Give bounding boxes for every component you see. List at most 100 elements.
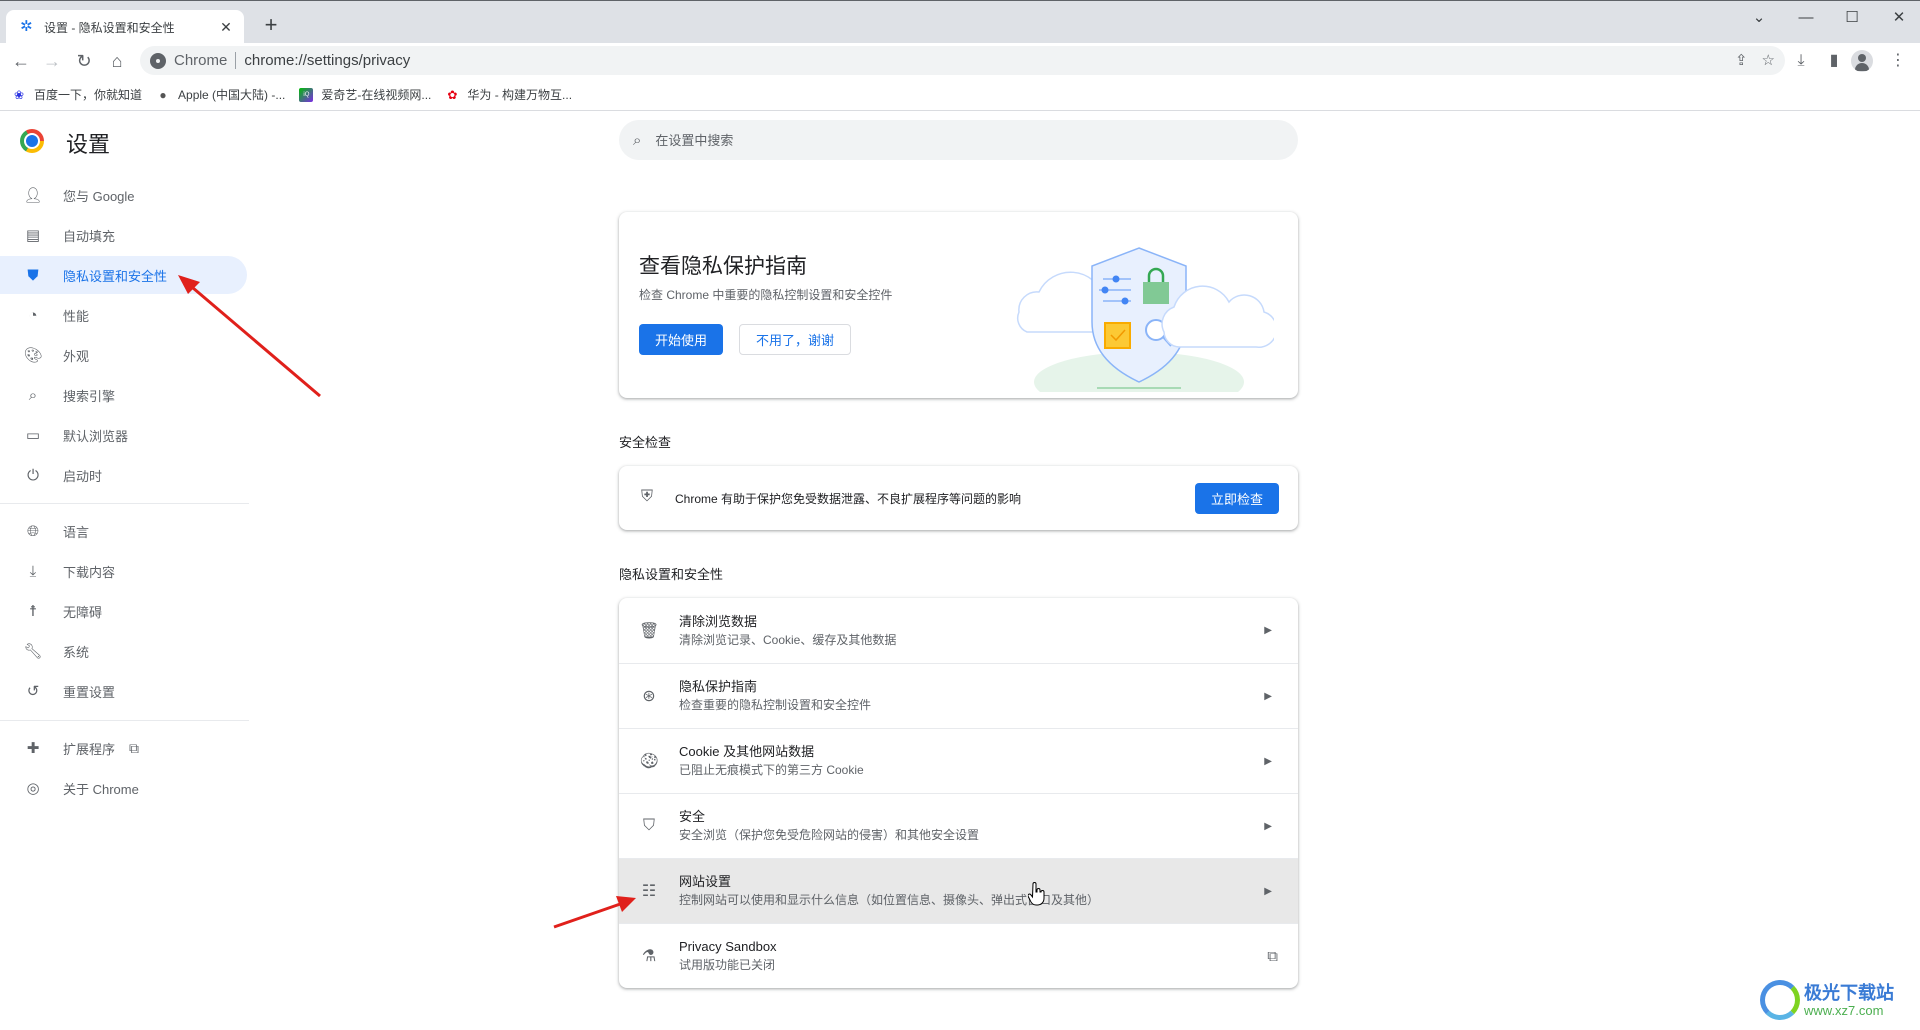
- bookmark-iqiyi[interactable]: iQ 爱奇艺-在线视频网...: [299, 86, 431, 103]
- active-tab[interactable]: ✲ 设置 - 隐私设置和安全性 ✕: [6, 10, 244, 44]
- sidebar-item-on-startup[interactable]: ⏻ 启动时: [0, 456, 247, 494]
- bookmark-apple[interactable]: ● Apple (中国大陆) -...: [156, 86, 285, 103]
- dismiss-privacy-guide-button[interactable]: 不用了，谢谢: [739, 324, 851, 355]
- profile-avatar[interactable]: [1851, 50, 1873, 72]
- wrench-icon: 🔧︎: [23, 643, 43, 660]
- row-title: 网站设置: [679, 874, 732, 889]
- arrow-right-icon: ▶: [1264, 690, 1272, 702]
- home-icon: ⌂: [111, 51, 123, 71]
- omnibox-url[interactable]: chrome://settings/privacy: [244, 52, 410, 69]
- sidebar-divider: [0, 720, 249, 721]
- sidebar-item-reset[interactable]: ↺ 重置设置: [0, 672, 247, 710]
- settings-search[interactable]: ⌕: [619, 120, 1298, 160]
- sidebar-item-autofill[interactable]: ▤ 自动填充: [0, 216, 247, 254]
- bookmark-huawei[interactable]: ✿ 华为 - 构建万物互...: [445, 86, 572, 103]
- downloads-button[interactable]: ⤓: [1789, 49, 1813, 73]
- sidebar-item-default-browser[interactable]: ▭ 默认浏览器: [0, 416, 247, 454]
- sidebar-item-you-and-google[interactable]: 👤︎ 您与 Google: [0, 176, 247, 214]
- reload-button[interactable]: ↻: [70, 47, 98, 75]
- reload-icon: ↻: [76, 51, 92, 71]
- arrow-right-icon: →: [43, 51, 61, 71]
- watermark-logo-icon: [1760, 980, 1800, 1020]
- sidebar-item-label: 自动填充: [63, 228, 116, 244]
- sidebar-item-performance[interactable]: ◔ 性能: [0, 296, 247, 334]
- new-tab-button[interactable]: +: [258, 13, 284, 39]
- row-cookies[interactable]: 🍪︎ Cookie 及其他网站数据 已阻止无痕模式下的第三方 Cookie ▶: [619, 728, 1298, 793]
- safety-check-card: ⛨ Chrome 有助于保护您免受数据泄露、不良扩展程序等问题的影响 立即检查: [619, 466, 1298, 530]
- back-button[interactable]: ←: [7, 47, 35, 75]
- maximize-icon: ☐: [1845, 9, 1859, 26]
- row-clear-browsing-data[interactable]: 🗑︎ 清除浏览数据 清除浏览记录、Cookie、缓存及其他数据 ▶: [619, 598, 1298, 663]
- window-close-button[interactable]: ✕: [1879, 5, 1919, 31]
- row-title: 安全: [679, 809, 706, 824]
- sidebar-item-downloads[interactable]: ⤓ 下载内容: [0, 552, 247, 590]
- arrow-right-icon: ▶: [1264, 625, 1272, 636]
- privacy-settings-list: 🗑︎ 清除浏览数据 清除浏览记录、Cookie、缓存及其他数据 ▶ ⊛ 隐私保护…: [619, 598, 1298, 988]
- iqiyi-icon: iQ: [299, 87, 314, 102]
- sidebar-item-label: 性能: [63, 308, 90, 324]
- sidebar-item-search-engine[interactable]: ⌕ 搜索引擎: [0, 376, 247, 414]
- sidebar-item-label: 搜索引擎: [63, 388, 116, 404]
- sidebar-item-accessibility[interactable]: ☨ 无障碍: [0, 592, 247, 630]
- privacy-guide-title: 查看隐私保护指南: [639, 255, 807, 278]
- bookmarks-bar: ❀ 百度一下，你就知道 ● Apple (中国大陆) -... iQ 爱奇艺-在…: [0, 79, 1920, 111]
- sidebar-item-system[interactable]: 🔧︎ 系统: [0, 632, 247, 670]
- sidebar-item-extensions[interactable]: ✚ 扩展程序 ⧉: [0, 729, 247, 767]
- watermark-url: www.xz7.com: [1804, 1002, 1884, 1018]
- slider-knob: [1112, 275, 1120, 283]
- home-button[interactable]: ⌂: [103, 47, 131, 75]
- share-icon[interactable]: ⇪: [1735, 51, 1748, 69]
- cookie-icon: 🍪︎: [639, 753, 660, 770]
- sidebar-item-languages[interactable]: 🌐︎ 语言: [0, 512, 247, 550]
- tab-search-button[interactable]: ⌄: [1739, 5, 1779, 31]
- sidebar-item-label: 默认浏览器: [63, 428, 129, 444]
- person-icon: 👤︎: [23, 187, 43, 204]
- chrome-icon: ◎: [26, 780, 40, 797]
- forward-button[interactable]: →: [38, 47, 66, 75]
- globe-icon: 🌐︎: [26, 522, 39, 540]
- sidebar-item-appearance[interactable]: 🎨︎ 外观: [0, 336, 247, 374]
- row-site-settings[interactable]: ☷ 网站设置 控制网站可以使用和显示什么信息（如位置信息、摄像头、弹出式窗口及其…: [619, 858, 1298, 923]
- gear-icon: ✲: [20, 18, 33, 35]
- sidebar-item-privacy[interactable]: ⛊ 隐私设置和安全性: [0, 256, 247, 294]
- sidebar-item-label: 下载内容: [63, 564, 116, 580]
- bookmark-baidu[interactable]: ❀ 百度一下，你就知道: [12, 86, 142, 103]
- search-icon: ⌕: [28, 386, 38, 404]
- sidebar-item-label: 语言: [63, 524, 90, 540]
- clipboard-icon: ▤: [25, 227, 41, 244]
- verified-shield-icon: ⛨: [641, 488, 654, 505]
- maximize-button[interactable]: ☐: [1832, 5, 1872, 31]
- omnibox-site-label: Chrome: [174, 52, 228, 69]
- row-security[interactable]: ⛉ 安全 安全浏览（保护您免受危险网站的侵害）和其他安全设置 ▶: [619, 793, 1298, 858]
- apple-icon: ●: [159, 87, 167, 102]
- star-icon[interactable]: ☆: [1762, 51, 1775, 69]
- row-subtitle: 试用版功能已关闭: [679, 958, 776, 972]
- search-input[interactable]: [655, 132, 1256, 148]
- check-now-button[interactable]: 立即检查: [1195, 483, 1279, 514]
- safety-check-text: Chrome 有助于保护您免受数据泄露、不良扩展程序等问题的影响: [675, 492, 1022, 506]
- bookmark-label: 百度一下，你就知道: [34, 88, 143, 102]
- watermark: 极光下载站 www.xz7.com: [1760, 975, 1920, 1025]
- sidebar-item-label: 无障碍: [63, 604, 103, 620]
- start-privacy-guide-button[interactable]: 开始使用: [639, 324, 723, 355]
- privacy-guide-card: 查看隐私保护指南 检查 Chrome 中重要的隐私控制设置和安全控件 开始使用 …: [619, 212, 1298, 398]
- bookmark-label: Apple (中国大陆) -...: [178, 88, 286, 102]
- open-in-new-icon: ⧉: [1267, 947, 1278, 965]
- sidebar-item-about-chrome[interactable]: ◎ 关于 Chrome: [0, 769, 247, 807]
- row-subtitle: 检查重要的隐私控制设置和安全控件: [679, 698, 872, 712]
- chevron-down-icon: ⌄: [1752, 9, 1766, 26]
- tab-close-button[interactable]: ✕: [218, 19, 234, 36]
- minimize-button[interactable]: —: [1786, 5, 1826, 31]
- privacy-section-title: 隐私设置和安全性: [619, 567, 724, 582]
- sidebar-divider: [0, 503, 249, 504]
- row-title: Privacy Sandbox: [679, 939, 777, 954]
- toolbar: ← → ↻ ⌂ Chrome chrome://settings/privacy…: [0, 43, 1920, 79]
- slider-knob: [1121, 297, 1129, 305]
- row-privacy-guide[interactable]: ⊛ 隐私保护指南 检查重要的隐私控制设置和安全控件 ▶: [619, 663, 1298, 728]
- row-title: 清除浏览数据: [679, 613, 758, 629]
- menu-button[interactable]: ⋮: [1886, 49, 1910, 73]
- side-panel-button[interactable]: ▮: [1822, 49, 1846, 73]
- address-bar[interactable]: Chrome chrome://settings/privacy ⇪ ☆: [140, 46, 1785, 75]
- bookmark-label: 华为 - 构建万物互...: [467, 88, 573, 102]
- row-privacy-sandbox[interactable]: ⚗ Privacy Sandbox 试用版功能已关闭 ⧉: [619, 923, 1298, 988]
